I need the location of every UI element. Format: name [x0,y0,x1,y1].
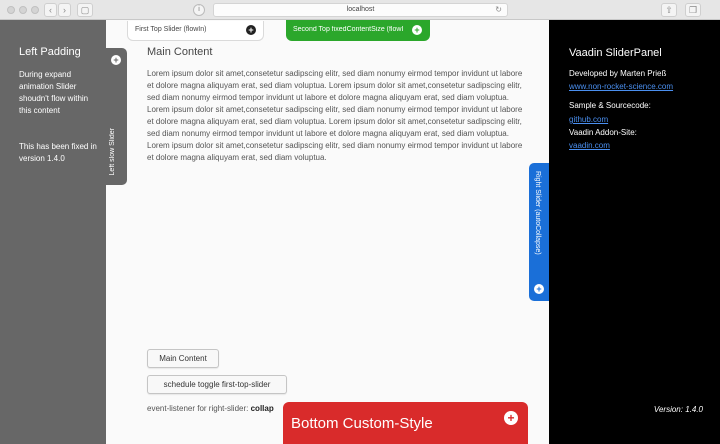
browser-toolbar: ‹ › ▢ i localhost ↻ ⇧ ❐ [0,0,720,20]
vaadin-link[interactable]: vaadin.com [569,141,610,150]
plus-icon[interactable]: + [246,25,256,35]
right-slider-label: Right Slider (autoCollapse) [534,171,541,255]
info-icon[interactable]: i [193,4,205,16]
github-link[interactable]: github.com [569,115,608,124]
left-padding-panel: Left Padding During expand animation Sli… [0,20,106,444]
first-top-slider-label: First Top Slider (flowIn) [135,26,207,33]
sample-label: Sample & Sourcecode: [569,101,651,110]
right-slider-tab[interactable]: Right Slider (autoCollapse) + [529,163,549,301]
tabs-icon[interactable]: ❐ [685,3,701,17]
info-panel-title: Vaadin SliderPanel [569,47,662,59]
schedule-toggle-button[interactable]: schedule toggle first-top-slider [147,375,287,394]
left-slider-tab[interactable]: + Left slow Slider [106,48,127,185]
info-panel: Vaadin SliderPanel Developed by Marten P… [549,20,720,444]
main-content-button[interactable]: Main Content [147,349,219,368]
website-link[interactable]: www.non-rocket-science.com [569,82,673,91]
event-listener-status: event-listener for right-slider: collap [147,404,274,413]
plus-icon[interactable]: + [412,25,422,35]
reload-icon[interactable]: ↻ [495,4,502,16]
minimize-window-icon[interactable] [19,6,27,14]
plus-icon[interactable]: + [504,411,518,425]
lorem-paragraph: Lorem ipsum dolor sit amet,consetetur sa… [147,69,523,162]
addon-site-label: Vaadin Addon-Site: [569,128,637,137]
first-top-slider-tab[interactable]: First Top Slider (flowIn) + [127,21,264,41]
left-panel-title: Left Padding [19,46,81,58]
close-window-icon[interactable] [7,6,15,14]
sidebar-toggle-icon[interactable]: ▢ [77,3,93,17]
left-slider-label: Left slow Slider [109,127,116,175]
left-panel-note: This has been fixed in version 1.4.0 [19,142,97,163]
left-panel-text: During expand animation Slider shoudn't … [19,70,89,115]
bottom-slider-label: Bottom Custom-Style [291,415,433,432]
url-text: localhost [346,6,375,13]
second-top-slider-tab[interactable]: Second Top fixedContentSize (flowI + [286,20,430,41]
event-listener-value: collap [250,404,274,413]
version-label: Version: 1.4.0 [653,405,703,414]
zoom-window-icon[interactable] [31,6,39,14]
event-listener-label: event-listener for right-slider: [147,404,249,413]
forward-button[interactable]: › [58,3,71,17]
share-icon[interactable]: ⇧ [661,3,677,17]
main-content-title: Main Content [147,46,213,58]
second-top-slider-label: Second Top fixedContentSize (flowI [293,26,404,33]
developer-credit: Developed by Marten Prieß [569,69,667,78]
plus-icon[interactable]: + [534,284,544,294]
back-button[interactable]: ‹ [44,3,57,17]
plus-icon[interactable]: + [111,55,121,65]
bottom-slider-tab[interactable]: Bottom Custom-Style + [283,402,528,444]
address-bar[interactable]: localhost ↻ [213,3,508,17]
